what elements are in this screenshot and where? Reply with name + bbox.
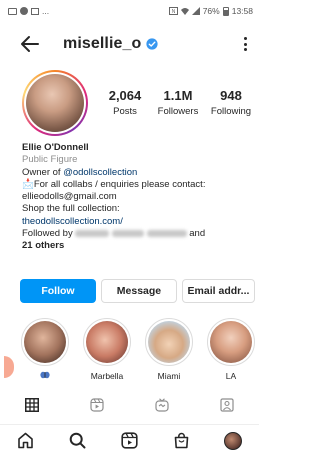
bio-collab-line: 📩For all collabs / enquiries please cont… — [22, 179, 252, 191]
profile-stats: 2,064 Posts 1.1M Followers 948 Following — [100, 88, 256, 117]
followers-label: Followers — [157, 106, 199, 117]
highlight-label: Marbella — [90, 371, 124, 381]
highlight-item[interactable]: LA — [206, 318, 256, 381]
username-area: misellie_o — [63, 35, 158, 53]
more-vertical-icon — [243, 37, 247, 40]
status-bar: ... N 76% 13:58 — [0, 0, 259, 22]
nav-home[interactable] — [0, 425, 52, 456]
website-link[interactable]: theodollscollection.com/ — [22, 216, 252, 228]
nav-profile[interactable] — [207, 425, 259, 456]
blurred-username — [146, 230, 187, 238]
back-button[interactable] — [20, 34, 40, 54]
more-notifications-text: ... — [42, 6, 50, 16]
more-vertical-icon-dot — [243, 48, 247, 51]
avatar-inner — [24, 72, 86, 134]
highlight-image — [148, 321, 190, 363]
story-highlights: Marbella Miami LA — [0, 318, 259, 388]
email-address-button[interactable]: Email addr... — [181, 279, 255, 303]
message-button[interactable]: Message — [100, 279, 177, 303]
svg-text:N: N — [171, 9, 175, 15]
grid-icon — [25, 398, 40, 412]
profile-bio: Ellie O'Donnell Public Figure Owner of @… — [22, 142, 252, 253]
highlight-item[interactable]: Miami — [144, 318, 194, 381]
posts-stat[interactable]: 2,064 Posts — [100, 88, 150, 117]
followers-stat[interactable]: 1.1M Followers — [150, 88, 206, 117]
bottom-navigation — [0, 424, 259, 456]
igtv-icon — [155, 398, 169, 412]
blurred-username — [75, 230, 110, 238]
follow-button[interactable]: Follow — [20, 279, 96, 303]
bio-owner-line: Owner of @odollscollection — [22, 167, 252, 179]
highlight-cover — [145, 318, 193, 366]
following-count: 948 — [220, 88, 242, 103]
signal-icon — [191, 7, 200, 15]
highlight-cover — [207, 318, 255, 366]
username: misellie_o — [63, 35, 142, 52]
collab-text: For all collabs / enquiries please conta… — [33, 178, 206, 190]
tab-tagged[interactable] — [194, 394, 259, 416]
highlight-image — [210, 321, 252, 363]
profile-tabs — [0, 394, 259, 416]
nav-reels[interactable] — [104, 425, 156, 456]
owner-handle-link[interactable]: @odollscollection — [63, 167, 137, 178]
blurred-username — [111, 230, 144, 238]
followed-by-line[interactable]: Followed by and — [22, 228, 252, 240]
status-right: N 76% 13:58 — [168, 6, 253, 16]
highlight-image — [24, 321, 66, 363]
app-notification-icon — [20, 7, 28, 15]
more-vertical-icon-dot — [243, 42, 247, 46]
status-left: ... — [8, 6, 49, 16]
battery-percent: 76% — [202, 6, 220, 16]
reels-icon — [90, 398, 104, 412]
clock: 13:58 — [231, 6, 253, 16]
reels-icon — [121, 432, 138, 449]
bio-email: ellieodolls@gmail.com — [22, 191, 117, 203]
profile-actions: Follow Message Email addr... — [20, 279, 255, 303]
nav-search[interactable] — [52, 425, 104, 456]
home-icon — [18, 432, 34, 449]
following-label: Following — [210, 106, 252, 117]
profile-avatar[interactable] — [22, 70, 88, 136]
highlight-image — [86, 321, 128, 363]
highlight-cover — [83, 318, 131, 366]
envelope-emoji-icon: 📩 — [22, 178, 34, 190]
shop-icon — [174, 432, 189, 449]
nav-shop[interactable] — [155, 425, 207, 456]
verified-badge-icon — [146, 38, 158, 50]
followed-others[interactable]: 21 others — [22, 240, 252, 252]
posts-count: 2,064 — [108, 88, 142, 103]
highlight-label: Miami — [157, 371, 181, 381]
profile-avatar-small — [224, 431, 243, 450]
followed-prefix: Followed by — [22, 228, 76, 240]
followed-and: and — [189, 228, 206, 240]
more-options-button[interactable] — [239, 35, 251, 53]
followers-count: 1.1M — [163, 88, 193, 103]
profile-header: misellie_o — [0, 30, 259, 58]
highlight-cover — [21, 318, 69, 366]
owner-prefix: Owner of — [22, 166, 64, 178]
following-stat[interactable]: 948 Following — [206, 88, 256, 117]
highlight-label: LA — [225, 371, 237, 381]
nfc-icon: N — [168, 7, 178, 15]
tab-reels[interactable] — [65, 394, 130, 416]
wifi-icon — [180, 8, 189, 15]
image-notification-icon — [31, 7, 39, 15]
highlight-item[interactable]: Marbella — [82, 318, 132, 381]
mail-notification-icon — [8, 7, 17, 15]
arrow-left-icon — [21, 36, 39, 52]
tab-igtv[interactable] — [130, 394, 195, 416]
tab-posts-grid[interactable] — [0, 394, 65, 416]
display-name: Ellie O'Donnell — [22, 142, 89, 153]
avatar-image — [26, 74, 84, 132]
bio-shop-text: Shop the full collection: — [22, 203, 120, 215]
battery-icon — [222, 6, 229, 16]
profile-category: Public Figure — [22, 154, 78, 166]
butterfly-emoji-icon — [40, 371, 50, 379]
highlight-item[interactable] — [20, 318, 70, 379]
posts-label: Posts — [113, 106, 137, 117]
search-icon — [69, 432, 86, 449]
tagged-icon — [220, 398, 234, 412]
